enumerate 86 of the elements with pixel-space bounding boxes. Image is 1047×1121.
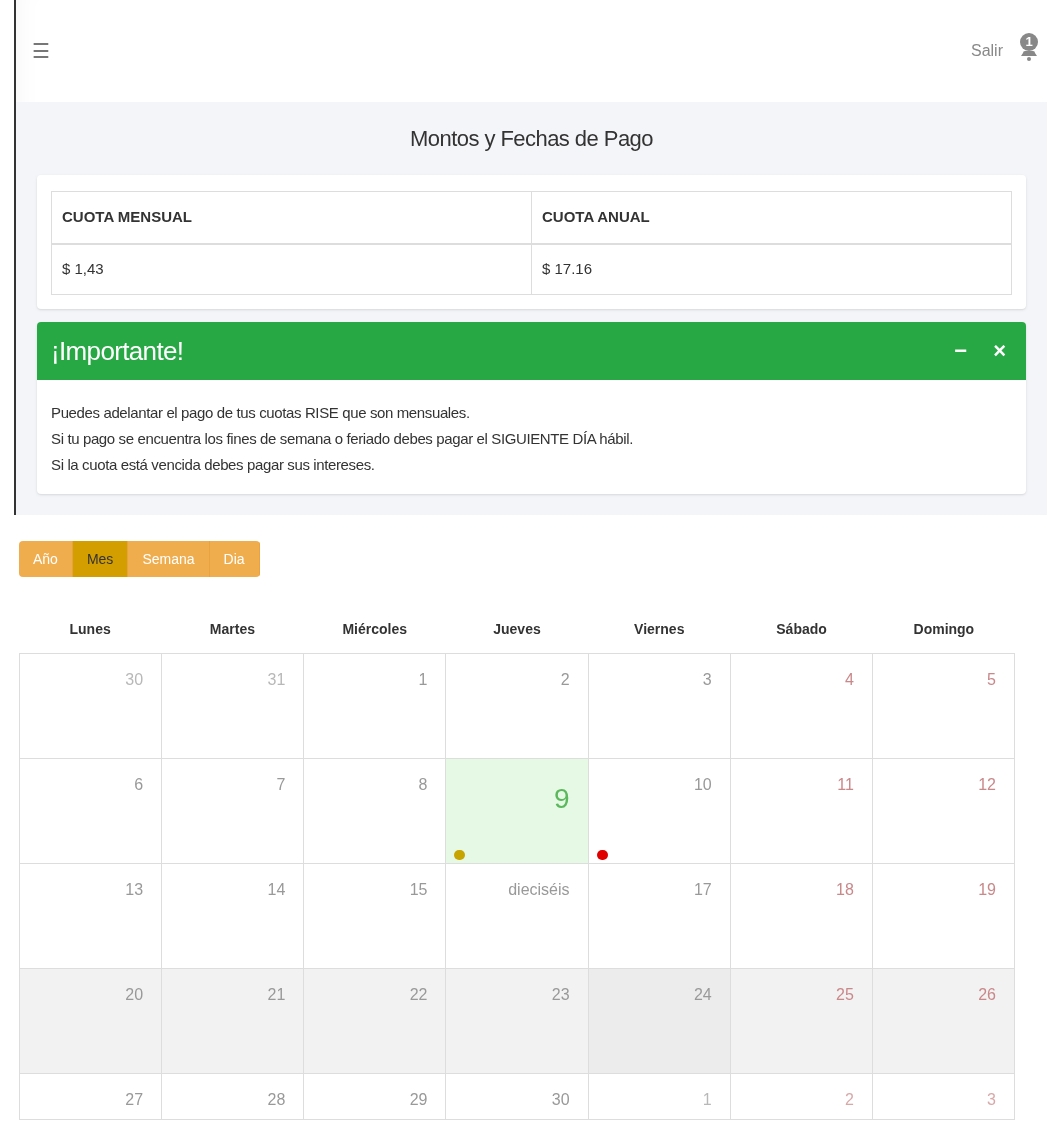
day-number: 31 bbox=[267, 672, 286, 688]
view-tab[interactable]: Dia bbox=[209, 541, 260, 577]
day-number: 21 bbox=[267, 987, 286, 1003]
page-title: Montos y Fechas de Pago bbox=[409, 125, 654, 153]
column-header: CUOTA ANUAL bbox=[542, 208, 650, 225]
notice-text: Si la cuota está vencida debes pagar sus intereses. bbox=[51, 455, 376, 475]
day-number: 5 bbox=[987, 672, 996, 688]
day-cell[interactable]: 6 bbox=[20, 759, 163, 864]
day-cell[interactable]: 24 bbox=[588, 969, 731, 1074]
day-number: 25 bbox=[836, 987, 854, 1003]
day-number: 22 bbox=[409, 987, 428, 1003]
minimize-button[interactable]: − bbox=[954, 340, 968, 362]
day-cell[interactable]: 1 bbox=[304, 654, 447, 759]
view-tab[interactable]: Semana bbox=[128, 541, 210, 577]
day-cell[interactable]: 12 bbox=[872, 759, 1015, 864]
day-number: 13 bbox=[125, 882, 144, 898]
day-number: 17 bbox=[693, 882, 712, 898]
view-tab[interactable]: Mes bbox=[72, 541, 129, 577]
day-number: 2 bbox=[844, 1092, 854, 1108]
day-number: 30 bbox=[551, 1092, 570, 1108]
day-cell[interactable]: 3 bbox=[588, 654, 731, 759]
day-cell[interactable]: 11 bbox=[730, 759, 873, 864]
day-number: 1 bbox=[702, 1092, 712, 1108]
day-cell[interactable]: 29 bbox=[304, 1074, 447, 1120]
table-cell: $ 17.16 bbox=[531, 243, 1012, 295]
day-number: 12 bbox=[978, 777, 996, 793]
day-cell[interactable]: 1 bbox=[588, 1074, 731, 1120]
day-number: 1 bbox=[418, 672, 428, 688]
column-header: CUOTA MENSUAL bbox=[62, 208, 192, 225]
weekday-label: Lunes bbox=[69, 621, 111, 637]
day-cell[interactable]: 5 bbox=[872, 654, 1015, 759]
menu-icon[interactable]: ☰ bbox=[32, 36, 50, 66]
day-number: 3 bbox=[702, 672, 712, 688]
day-number: 6 bbox=[134, 777, 144, 793]
day-cell[interactable]: 25 bbox=[730, 969, 873, 1074]
day-number: 9 bbox=[554, 785, 570, 813]
day-cell[interactable]: 22 bbox=[304, 969, 447, 1074]
day-number: 24 bbox=[693, 987, 712, 1003]
day-cell[interactable]: 21 bbox=[162, 969, 305, 1074]
day-cell[interactable]: 30 bbox=[20, 654, 163, 759]
day-number: 11 bbox=[837, 777, 854, 793]
table-cell: $ 1,43 bbox=[51, 243, 532, 295]
day-cell[interactable]: 30 bbox=[446, 1074, 589, 1120]
bell-icon[interactable] bbox=[1019, 51, 1039, 63]
view-tab[interactable]: Año bbox=[19, 541, 73, 577]
day-number: 20 bbox=[125, 987, 144, 1003]
notice-text: Puedes adelantar el pago de tus cuotas RISE que son mensuales. bbox=[51, 403, 471, 423]
close-button[interactable]: × bbox=[993, 340, 1006, 362]
day-number: dieciséis bbox=[508, 882, 570, 898]
weekday-label: Martes bbox=[209, 621, 255, 637]
day-number: 23 bbox=[551, 987, 570, 1003]
weekday-label: Domingo bbox=[913, 621, 975, 637]
weekday-label: Viernes bbox=[634, 621, 685, 637]
day-number: 14 bbox=[267, 882, 286, 898]
day-cell[interactable]: 2 bbox=[730, 1074, 873, 1120]
weekday-label: Jueves bbox=[493, 621, 541, 637]
day-cell[interactable]: 28 bbox=[162, 1074, 305, 1120]
day-number: 29 bbox=[409, 1092, 428, 1108]
day-cell[interactable]: 31 bbox=[162, 654, 305, 759]
day-number: 27 bbox=[125, 1092, 144, 1108]
day-number: 15 bbox=[409, 882, 428, 898]
logout-link[interactable]: Salir bbox=[971, 39, 1003, 63]
day-number: 8 bbox=[418, 777, 428, 793]
day-cell[interactable]: 7 bbox=[162, 759, 305, 864]
day-cell[interactable]: 20 bbox=[20, 969, 163, 1074]
day-number: 3 bbox=[987, 1092, 996, 1108]
day-cell[interactable]: 27 bbox=[20, 1074, 163, 1120]
day-cell[interactable]: 4 bbox=[730, 654, 873, 759]
day-number: 2 bbox=[560, 672, 570, 688]
day-number: 18 bbox=[836, 882, 854, 898]
notice-text: Si tu pago se encuentra los fines de semana o feriado debes pagar el SIGUIENTE DÍA hábil. bbox=[51, 429, 634, 449]
day-number: 4 bbox=[844, 672, 854, 688]
weekday-label: Sábado bbox=[776, 621, 827, 637]
weekday-label: Miércoles bbox=[342, 621, 407, 637]
day-cell[interactable]: 3 bbox=[872, 1074, 1015, 1120]
alert-title: ¡Importante! bbox=[51, 334, 184, 368]
day-number: 30 bbox=[125, 672, 144, 688]
day-number: 10 bbox=[693, 777, 712, 793]
day-number: 26 bbox=[978, 987, 996, 1003]
day-cell[interactable]: 9 bbox=[446, 759, 589, 864]
day-number: 28 bbox=[267, 1092, 286, 1108]
day-cell[interactable]: 23 bbox=[446, 969, 589, 1074]
day-cell[interactable]: 10 bbox=[588, 759, 731, 864]
day-cell[interactable]: 26 bbox=[872, 969, 1015, 1074]
day-number: 19 bbox=[978, 882, 996, 898]
day-number: 7 bbox=[276, 777, 286, 793]
